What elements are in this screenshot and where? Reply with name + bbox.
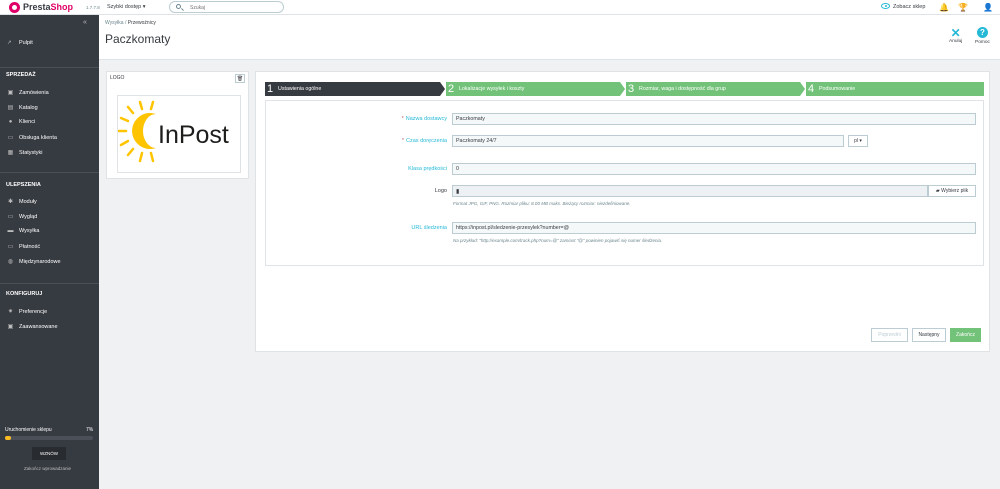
- logo-panel: LOGO 🗑 InPost: [106, 71, 249, 179]
- next-button[interactable]: Następny: [912, 328, 946, 342]
- puzzle-icon: ✱: [7, 199, 14, 205]
- globe-icon: ◍: [7, 259, 14, 265]
- choose-file-button[interactable]: ▰ Wybierz plik: [928, 185, 976, 197]
- general-settings-form: * Nazwa dostawcy Paczkomaty * Czas doręcze…: [265, 100, 984, 266]
- version-label: 1.7.7.8: [86, 5, 100, 10]
- inpost-logo-icon: InPost: [118, 100, 229, 163]
- logo-panel-title: LOGO: [110, 75, 125, 81]
- orders-icon: ▣: [7, 90, 14, 96]
- transit-time-label: * Czas doręczenia: [401, 138, 447, 144]
- search-box[interactable]: [169, 1, 284, 13]
- page-title: Paczkomaty: [105, 32, 171, 46]
- catalog-icon: ▤: [7, 105, 14, 111]
- divider: [0, 67, 99, 68]
- tracking-url-hint: Na przykład: "http://example.com/track.p…: [453, 238, 663, 243]
- language-select[interactable]: pl ▾: [848, 135, 868, 147]
- step-size-weight[interactable]: 3 Rozmiar, waga i dostępność dla grup: [626, 82, 805, 96]
- delete-logo-button[interactable]: 🗑: [235, 74, 245, 83]
- sidebar-item-modules[interactable]: ✱ Moduły: [7, 198, 37, 205]
- top-bar: PrestaShop 1.7.7.8 Szybki dostęp ▾ Zobac…: [0, 0, 1000, 15]
- truck-icon: ▬: [7, 228, 14, 234]
- help-button[interactable]: ? Pomoc: [975, 27, 990, 45]
- sidebar-item-advanced[interactable]: ▣ Zaawansowane: [7, 323, 58, 330]
- logo-label: Logo: [434, 188, 447, 194]
- transit-time-input[interactable]: Paczkomaty 24/7: [452, 135, 844, 147]
- prestashop-logo-icon[interactable]: [9, 2, 20, 13]
- step-summary[interactable]: 4 Podsumowanie: [806, 82, 984, 96]
- file-icon: ▮: [456, 189, 460, 195]
- trend-icon: ↗: [7, 40, 12, 46]
- step-shipping-locations[interactable]: 2 Lokalizacje wysyłek i koszty: [446, 82, 625, 96]
- finish-button[interactable]: Zakończ: [950, 328, 981, 342]
- previous-button[interactable]: Poprzedni: [871, 328, 908, 342]
- launch-label: Uruchomienie sklepu: [5, 427, 52, 433]
- logo-file-input[interactable]: ▮: [452, 185, 928, 197]
- bell-icon[interactable]: 🔔: [939, 3, 949, 12]
- logo-hint: Format JPG, GIF, PNG. Rozmiar pliku: 8.0…: [453, 201, 631, 206]
- card-icon: ▭: [7, 244, 14, 250]
- section-title-configure: KONFIGURUJ: [6, 291, 43, 297]
- section-title-improve: ULEPSZENIA: [6, 182, 41, 188]
- launch-percent: 7%: [86, 427, 94, 433]
- resume-button[interactable]: WZNÓW: [32, 447, 66, 460]
- sidebar-item-design[interactable]: ▭ Wygląd: [7, 213, 38, 220]
- chat-icon: ▭: [7, 135, 14, 141]
- launch-progress-bar: [5, 436, 93, 440]
- sidebar-item-catalog[interactable]: ▤ Katalog: [7, 104, 38, 111]
- eye-icon: [881, 3, 890, 9]
- account-icon[interactable]: 👤: [983, 3, 993, 12]
- speed-grade-input[interactable]: 0: [452, 163, 976, 175]
- view-shop-link[interactable]: Zobacz sklep: [881, 3, 925, 10]
- svg-text:InPost: InPost: [158, 121, 229, 149]
- page-header: Wysyłka / Przewoźnicy Paczkomaty ✕ Anuluj…: [99, 15, 1000, 60]
- monitor-icon: ▭: [7, 214, 14, 220]
- divider: [0, 172, 99, 173]
- step-general-settings[interactable]: 1 Ustawienia ogólne: [265, 82, 445, 96]
- sidebar-item-customers[interactable]: ● Klienci: [7, 119, 36, 125]
- sidebar-item-shipping[interactable]: ▬ Wysyłka: [7, 228, 40, 234]
- carrier-wizard: 1 Ustawienia ogólne 2 Lokalizacje wysyłek …: [255, 71, 990, 352]
- quick-access-dropdown[interactable]: Szybki dostęp ▾: [107, 4, 146, 10]
- wizard-steps: 1 Ustawienia ogólne 2 Lokalizacje wysyłek …: [265, 82, 984, 96]
- stats-icon: ▦: [7, 150, 14, 156]
- carrier-logo-image: InPost: [117, 95, 241, 173]
- sidebar-item-dashboard[interactable]: ↗ Pulpit: [7, 40, 33, 46]
- advanced-icon: ▣: [7, 324, 14, 330]
- speed-grade-label: Klasa prędkości: [408, 166, 447, 172]
- breadcrumb-parent[interactable]: Wysyłka: [105, 20, 124, 26]
- collapse-sidebar-icon[interactable]: «: [83, 19, 87, 26]
- cancel-button[interactable]: ✕ Anuluj: [949, 27, 962, 44]
- section-title-sales: SPRZEDAŻ: [6, 72, 36, 78]
- sidebar: « ↗ Pulpit SPRZEDAŻ ▣ Zamówienia ▤ Katalog …: [0, 15, 99, 489]
- sidebar-item-preferences[interactable]: ✷ Preferencje: [7, 308, 47, 315]
- launch-progress-fill: [5, 436, 12, 440]
- tracking-url-label: URL śledzenia: [411, 225, 447, 231]
- sidebar-item-payment[interactable]: ▭ Płatność: [7, 243, 40, 250]
- search-icon[interactable]: [176, 4, 181, 9]
- sidebar-item-international[interactable]: ◍ Międzynarodowe: [7, 258, 61, 265]
- trophy-icon[interactable]: 🏆: [958, 3, 968, 12]
- finish-intro-link[interactable]: Zakończ wprowadzanie: [24, 466, 71, 471]
- divider: [0, 283, 99, 284]
- search-input[interactable]: [190, 4, 280, 11]
- gear-icon: ✷: [7, 309, 14, 315]
- tracking-url-input[interactable]: https://inpost.pl/sledzenie-przesylek?nu…: [452, 222, 976, 234]
- sidebar-item-stats[interactable]: ▦ Statystyki: [7, 149, 43, 156]
- folder-icon: ▰: [935, 188, 940, 194]
- trash-icon: 🗑: [236, 76, 244, 82]
- help-icon: ?: [976, 27, 988, 38]
- breadcrumb-current: Przewoźnicy: [127, 20, 156, 26]
- brand-name[interactable]: PrestaShop: [23, 2, 73, 12]
- breadcrumb: Wysyłka / Przewoźnicy: [105, 20, 156, 26]
- sidebar-item-customer-service[interactable]: ▭ Obsługa klienta: [7, 134, 57, 141]
- carrier-name-input[interactable]: Paczkomaty: [452, 113, 976, 125]
- carrier-name-label: * Nazwa dostawcy: [401, 116, 447, 122]
- close-icon: ✕: [950, 26, 961, 40]
- customer-icon: ●: [8, 119, 13, 125]
- sidebar-item-orders[interactable]: ▣ Zamówienia: [7, 89, 49, 96]
